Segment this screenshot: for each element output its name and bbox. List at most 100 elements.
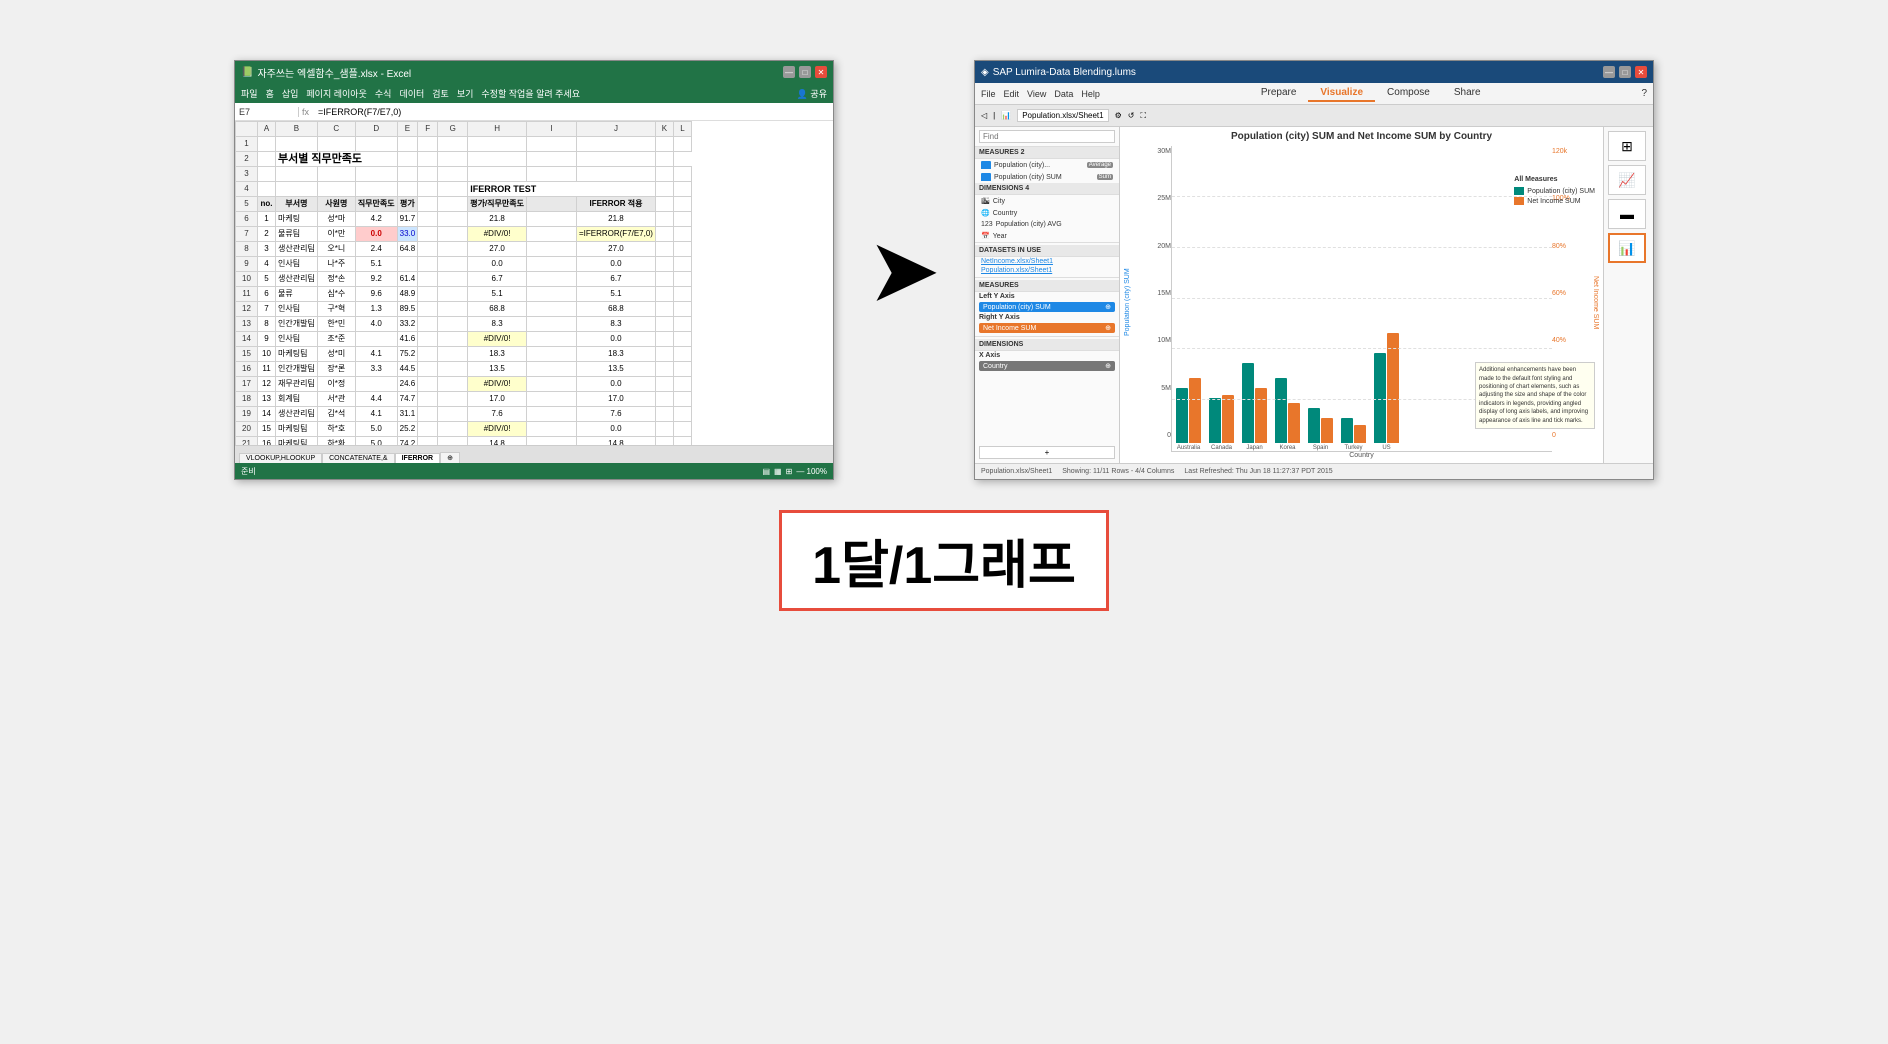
- col-header-e[interactable]: E: [397, 122, 418, 137]
- cell[interactable]: [655, 347, 673, 362]
- cell[interactable]: 9.6: [355, 287, 397, 302]
- cell[interactable]: [438, 137, 468, 152]
- cell[interactable]: [673, 182, 691, 197]
- cell[interactable]: 11: [258, 362, 276, 377]
- cell[interactable]: [258, 167, 276, 182]
- cell[interactable]: 14: [258, 407, 276, 422]
- cell[interactable]: 4.4: [355, 392, 397, 407]
- cell[interactable]: [418, 377, 438, 392]
- dataset-netincome[interactable]: NetIncome.xlsx/Sheet1: [975, 257, 1119, 266]
- cell[interactable]: [438, 317, 468, 332]
- cell[interactable]: 조*준: [317, 332, 355, 347]
- cell[interactable]: [655, 377, 673, 392]
- cell[interactable]: [673, 257, 691, 272]
- chart-type-line[interactable]: 📈: [1608, 165, 1646, 195]
- cell[interactable]: 성*마: [317, 212, 355, 227]
- cell[interactable]: [655, 317, 673, 332]
- cell[interactable]: [418, 362, 438, 377]
- dim-pop-avg[interactable]: 123 Population (city) AVG: [975, 219, 1119, 230]
- cell[interactable]: 5.0: [355, 422, 397, 437]
- cell[interactable]: [673, 227, 691, 242]
- cell[interactable]: [673, 197, 691, 212]
- cell[interactable]: 0.0: [576, 377, 655, 392]
- maximize-button[interactable]: □: [799, 66, 811, 78]
- cell[interactable]: [655, 227, 673, 242]
- cell[interactable]: 3: [258, 242, 276, 257]
- cell[interactable]: 12: [258, 377, 276, 392]
- menu-page[interactable]: 페이지 레이아웃: [306, 87, 366, 100]
- cell[interactable]: [526, 332, 576, 347]
- cell[interactable]: [355, 137, 397, 152]
- cell[interactable]: 생산관리팀: [276, 407, 318, 422]
- cell[interactable]: [655, 392, 673, 407]
- cell[interactable]: 서*관: [317, 392, 355, 407]
- cell[interactable]: 인사팀: [276, 257, 318, 272]
- cell[interactable]: 오*니: [317, 242, 355, 257]
- cell[interactable]: 31.1: [397, 407, 418, 422]
- col-header-d[interactable]: D: [355, 122, 397, 137]
- col-header-j[interactable]: J: [576, 122, 655, 137]
- menu-data[interactable]: 데이터: [399, 87, 424, 100]
- cell[interactable]: 6: [258, 287, 276, 302]
- cell[interactable]: 심*수: [317, 287, 355, 302]
- cell[interactable]: [526, 422, 576, 437]
- cell[interactable]: [526, 257, 576, 272]
- cell[interactable]: [655, 197, 673, 212]
- measure-item-1[interactable]: Population (city)... Average: [975, 159, 1119, 171]
- cell[interactable]: 0.0: [576, 422, 655, 437]
- cell[interactable]: [418, 347, 438, 362]
- cell[interactable]: 이*정: [317, 377, 355, 392]
- cell[interactable]: 8.3: [576, 317, 655, 332]
- cell[interactable]: 김*석: [317, 407, 355, 422]
- cell[interactable]: 7: [258, 302, 276, 317]
- cell[interactable]: [418, 317, 438, 332]
- cell[interactable]: 5: [258, 272, 276, 287]
- cell[interactable]: [655, 212, 673, 227]
- cell[interactable]: [438, 302, 468, 317]
- cell[interactable]: [673, 377, 691, 392]
- cell[interactable]: 14.8: [576, 437, 655, 446]
- cell[interactable]: 74.7: [397, 392, 418, 407]
- cell[interactable]: [438, 212, 468, 227]
- col-header-f[interactable]: F: [418, 122, 438, 137]
- right-y-add-icon[interactable]: ⊕: [1105, 324, 1111, 332]
- cell[interactable]: 1: [258, 212, 276, 227]
- cell[interactable]: [655, 257, 673, 272]
- cell[interactable]: 2.4: [355, 242, 397, 257]
- cell[interactable]: 나*주: [317, 257, 355, 272]
- cell[interactable]: [397, 137, 418, 152]
- cell[interactable]: 하*환: [317, 437, 355, 446]
- cell[interactable]: [438, 152, 468, 167]
- tab-concatenate[interactable]: CONCATENATE,&: [322, 453, 394, 463]
- cell[interactable]: 8: [258, 317, 276, 332]
- cell[interactable]: #DIV/0!: [468, 377, 527, 392]
- cell[interactable]: [468, 167, 527, 182]
- close-button[interactable]: ✕: [815, 66, 827, 78]
- chart-type-bar-h[interactable]: ▬: [1608, 199, 1646, 229]
- cell[interactable]: 마케팅팀: [276, 422, 318, 437]
- tab-share[interactable]: Share: [1442, 85, 1493, 102]
- cell[interactable]: 5.1: [576, 287, 655, 302]
- cell[interactable]: 0.0: [576, 257, 655, 272]
- refresh-icon[interactable]: ↺: [1128, 111, 1135, 120]
- right-y-value[interactable]: Net Income SUM ⊕: [979, 323, 1115, 333]
- cell[interactable]: 7.6: [576, 407, 655, 422]
- cell[interactable]: [258, 137, 276, 152]
- measure-item-2[interactable]: Population (city) SUM Sum: [975, 171, 1119, 183]
- cell[interactable]: 생산관리팀: [276, 272, 318, 287]
- cell[interactable]: [526, 347, 576, 362]
- x-axis-value[interactable]: Country ⊕: [979, 361, 1115, 371]
- cell[interactable]: [317, 182, 355, 197]
- col-header-c[interactable]: C: [317, 122, 355, 137]
- cell[interactable]: 마케팅: [276, 212, 318, 227]
- view-layout[interactable]: ▦: [774, 467, 782, 476]
- cell[interactable]: 5.1: [468, 287, 527, 302]
- cell-formula[interactable]: =IFERROR(F7/E7,0): [576, 227, 655, 242]
- cell[interactable]: 마케팅팀: [276, 437, 318, 446]
- menu-file[interactable]: 파일: [241, 87, 258, 100]
- cell[interactable]: 이*만: [317, 227, 355, 242]
- cell[interactable]: 18.3: [468, 347, 527, 362]
- cell[interactable]: [655, 302, 673, 317]
- dim-year[interactable]: 📅 Year: [975, 230, 1119, 242]
- cell[interactable]: [526, 302, 576, 317]
